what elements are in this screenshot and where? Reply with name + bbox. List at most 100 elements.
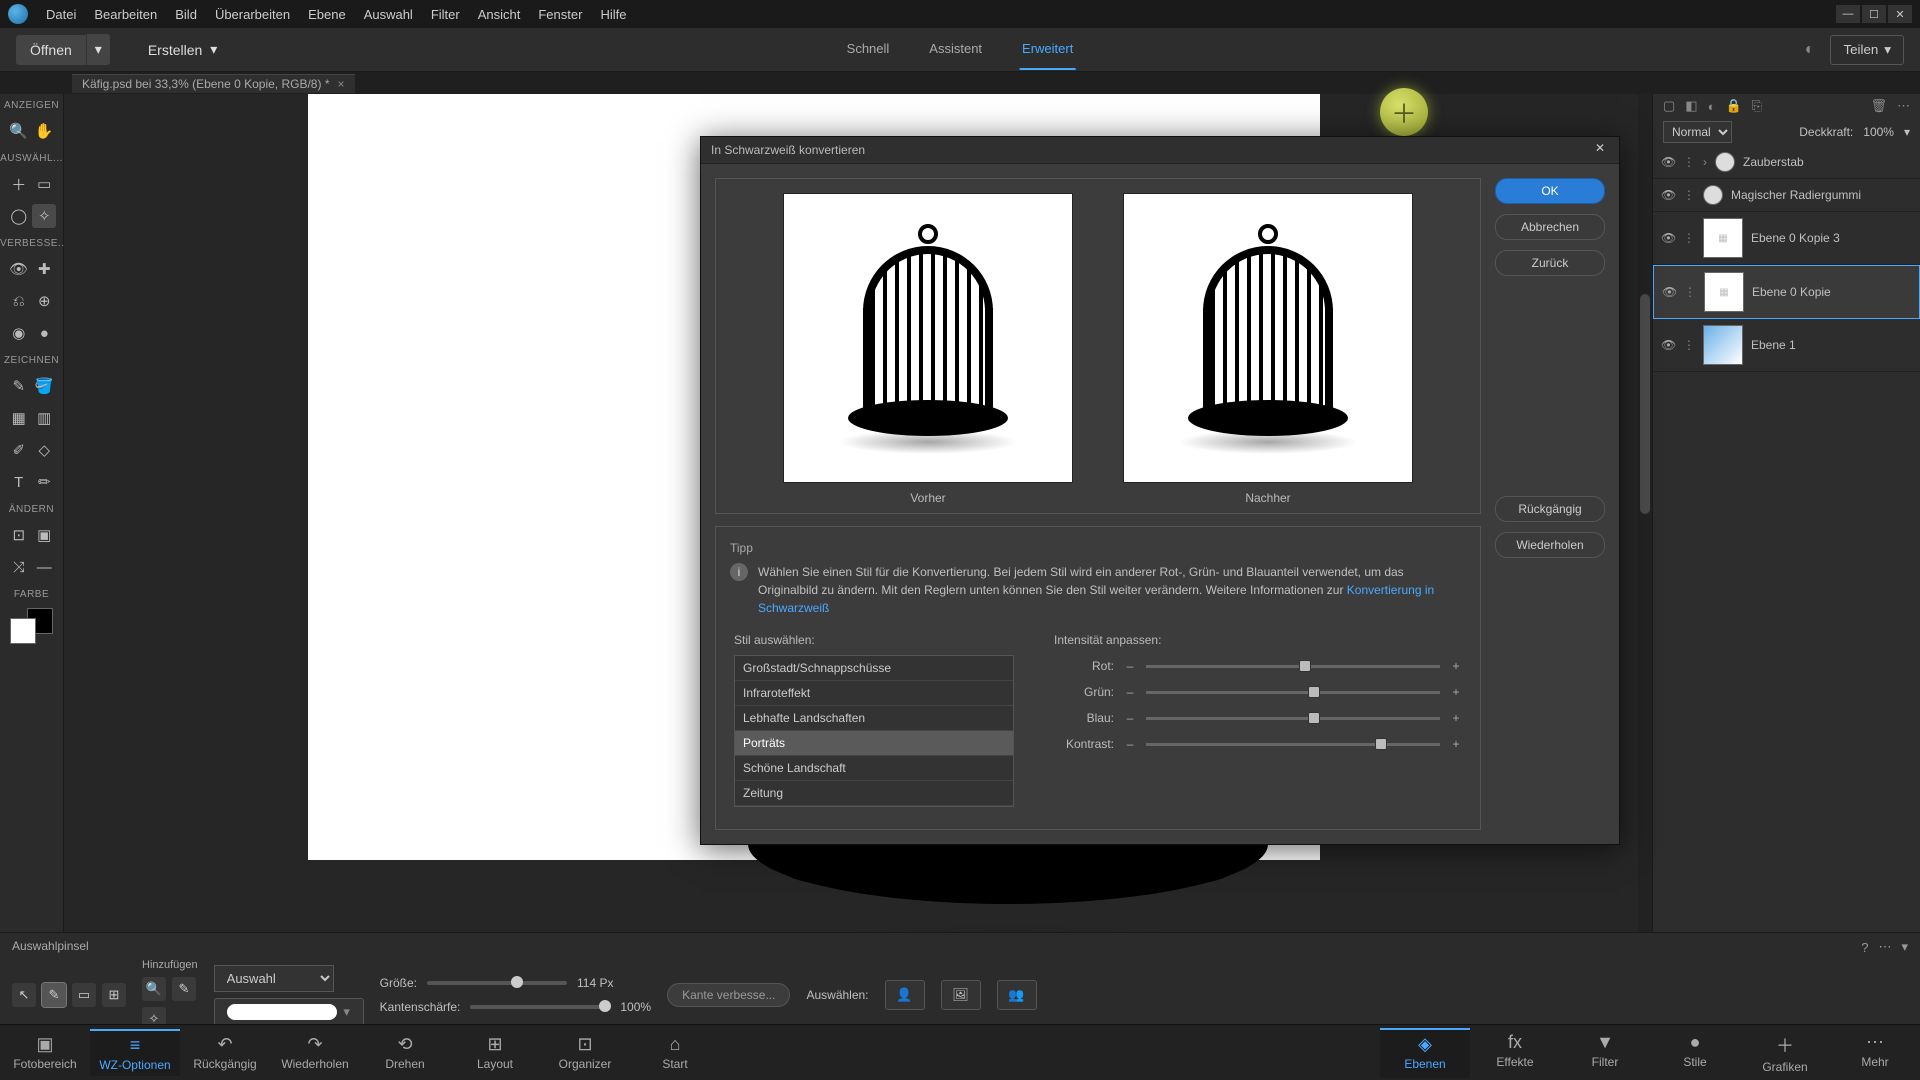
crop-tool[interactable]: ⊡ <box>7 523 31 547</box>
document-tab[interactable]: Käfig.psd bei 33,3% (Ebene 0 Kopie, RGB/… <box>72 74 355 93</box>
menu-ueberarbeiten[interactable]: Überarbeiten <box>215 7 290 22</box>
selbrush-mode-a[interactable]: ↖ <box>12 983 36 1007</box>
ok-button[interactable]: OK <box>1495 178 1605 204</box>
window-close[interactable]: ✕ <box>1888 5 1912 23</box>
window-maximize[interactable]: ☐ <box>1862 5 1886 23</box>
bn-ebenen[interactable]: ◈Ebenen <box>1380 1028 1470 1078</box>
marquee-tool[interactable]: ▭ <box>32 172 56 196</box>
shape-tool[interactable]: ◇ <box>32 438 56 462</box>
back-button[interactable]: Zurück <box>1495 250 1605 276</box>
selbrush-mode-c[interactable]: ▭ <box>72 983 96 1007</box>
bn-organizer[interactable]: ⊡Organizer <box>540 1030 630 1075</box>
hand-tool[interactable]: ✋ <box>32 119 56 143</box>
share-button[interactable]: Teilen ▾ <box>1830 35 1904 65</box>
blend-mode-select[interactable]: Normal <box>1663 121 1732 143</box>
open-button[interactable]: Öffnen <box>16 35 86 65</box>
tab-schnell[interactable]: Schnell <box>845 29 892 70</box>
style-item[interactable]: Lebhafte Landschaften <box>735 706 1013 731</box>
lock-icon[interactable]: ⋮ <box>1684 285 1696 299</box>
cancel-button[interactable]: Abbrechen <box>1495 214 1605 240</box>
slider-blau[interactable] <box>1146 717 1440 720</box>
fg-color-swatch[interactable] <box>10 618 36 644</box>
slider-kontrast[interactable] <box>1146 743 1440 746</box>
style-item[interactable]: Schöne Landschaft <box>735 756 1013 781</box>
visibility-icon[interactable]: 👁 <box>1662 285 1676 299</box>
zoom-sub-b[interactable]: ✎ <box>172 977 196 1001</box>
clone-tool[interactable]: ⎌ <box>7 289 31 313</box>
window-minimize[interactable]: — <box>1836 5 1860 23</box>
style-listbox[interactable]: Großstadt/Schnappschüsse Infraroteffekt … <box>734 655 1014 807</box>
bn-wz-optionen[interactable]: ≡WZ-Optionen <box>90 1029 180 1076</box>
style-item[interactable]: Zeitung <box>735 781 1013 806</box>
bucket-tool[interactable]: 🪣 <box>32 374 56 398</box>
size-slider[interactable] <box>427 981 567 985</box>
slider-gruen[interactable] <box>1146 691 1440 694</box>
style-item[interactable]: Großstadt/Schnappschüsse <box>735 656 1013 681</box>
pattern-tool[interactable]: ▦ <box>7 406 31 430</box>
bn-stile[interactable]: ●Stile <box>1650 1028 1740 1078</box>
bn-layout[interactable]: ⊞Layout <box>450 1030 540 1075</box>
zoom-sub-a[interactable]: 🔍 <box>142 977 166 1001</box>
bn-fotobereich[interactable]: ▣Fotobereich <box>0 1030 90 1075</box>
new-layer-icon[interactable]: ▢ <box>1663 98 1675 114</box>
lock-icon[interactable]: ⋮ <box>1683 231 1695 245</box>
lock-icon[interactable]: ⋮ <box>1683 338 1695 352</box>
slider-rot[interactable] <box>1146 665 1440 668</box>
menu-hilfe[interactable]: Hilfe <box>600 7 626 22</box>
tab-assistent[interactable]: Assistent <box>927 29 984 70</box>
chevron-down-icon[interactable]: ▾ <box>1904 125 1910 139</box>
bn-mehr[interactable]: ⋯Mehr <box>1830 1028 1920 1078</box>
brush-preview[interactable]: ▾ <box>214 998 364 1026</box>
style-item[interactable]: Infraroteffekt <box>735 681 1013 706</box>
vertical-scrollbar[interactable] <box>1638 94 1652 948</box>
select-subject[interactable]: 👤 <box>885 980 925 1010</box>
lock-icon[interactable]: ⋮ <box>1683 155 1695 169</box>
expand-icon[interactable]: › <box>1703 155 1707 169</box>
menu-filter[interactable]: Filter <box>431 7 460 22</box>
opacity-value[interactable]: 100% <box>1863 125 1894 139</box>
bn-undo[interactable]: ↶Rückgängig <box>180 1030 270 1075</box>
open-caret[interactable]: ▾ <box>86 34 110 65</box>
selbrush-mode-d[interactable]: ⊞ <box>102 983 126 1007</box>
visibility-icon[interactable]: 👁 <box>1661 188 1675 202</box>
text-tool[interactable]: T <box>7 470 31 494</box>
select-background[interactable]: 👥 <box>997 980 1037 1010</box>
layer-row[interactable]: 👁 ⋮ Magischer Radiergummi <box>1653 179 1920 212</box>
menu-auswahl[interactable]: Auswahl <box>364 7 413 22</box>
layer-row[interactable]: 👁 ⋮ Ebene 1 <box>1653 319 1920 372</box>
dialog-close-button[interactable]: ✕ <box>1591 141 1609 159</box>
menu-bild[interactable]: Bild <box>175 7 197 22</box>
menu-datei[interactable]: Datei <box>46 7 76 22</box>
sponge-tool[interactable]: ● <box>32 321 56 345</box>
menu-ebene[interactable]: Ebene <box>308 7 346 22</box>
lock-icon[interactable]: 🔒 <box>1725 98 1741 114</box>
style-item[interactable]: Porträts <box>735 731 1013 756</box>
eyedrop-tool[interactable]: ✐ <box>7 438 31 462</box>
refine-edge-button[interactable]: Kante verbesse... <box>667 983 790 1007</box>
layer-mask-icon[interactable]: ◧ <box>1685 98 1697 114</box>
recompose-tool[interactable]: ▣ <box>32 523 56 547</box>
layer-row[interactable]: 👁 ⋮ › Zauberstab <box>1653 146 1920 179</box>
close-tab-icon[interactable]: × <box>337 77 344 91</box>
menu-bearbeiten[interactable]: Bearbeiten <box>94 7 157 22</box>
adjustment-icon[interactable]: ◐ <box>1708 99 1716 114</box>
ruler-tool[interactable]: — <box>32 555 56 579</box>
collapse-icon[interactable]: ▾ <box>1901 939 1908 955</box>
theme-toggle-icon[interactable]: ◐ <box>1805 41 1815 59</box>
redeye-tool[interactable]: 👁 <box>7 257 31 281</box>
bn-redo[interactable]: ↷Wiederholen <box>270 1030 360 1075</box>
wand-tool[interactable]: ✧ <box>32 204 56 228</box>
bn-rotate[interactable]: ⟲Drehen <box>360 1030 450 1075</box>
add-highlight-badge[interactable]: ＋ <box>1380 88 1428 136</box>
more-icon[interactable]: ⋯ <box>1878 939 1891 955</box>
undo-button[interactable]: Rückgängig <box>1495 496 1605 522</box>
healing-tool[interactable]: ✚ <box>32 257 56 281</box>
bn-start[interactable]: ⌂Start <box>630 1030 720 1075</box>
visibility-icon[interactable]: 👁 <box>1661 155 1675 169</box>
bn-grafiken[interactable]: ＋Grafiken <box>1740 1028 1830 1078</box>
selbrush-mode-b[interactable]: ✎ <box>42 983 66 1007</box>
menu-ansicht[interactable]: Ansicht <box>478 7 521 22</box>
shuffle-tool[interactable]: ⤨ <box>7 555 31 579</box>
pencil-tool[interactable]: ✏ <box>32 470 56 494</box>
brush-tool[interactable]: ✎ <box>7 374 31 398</box>
